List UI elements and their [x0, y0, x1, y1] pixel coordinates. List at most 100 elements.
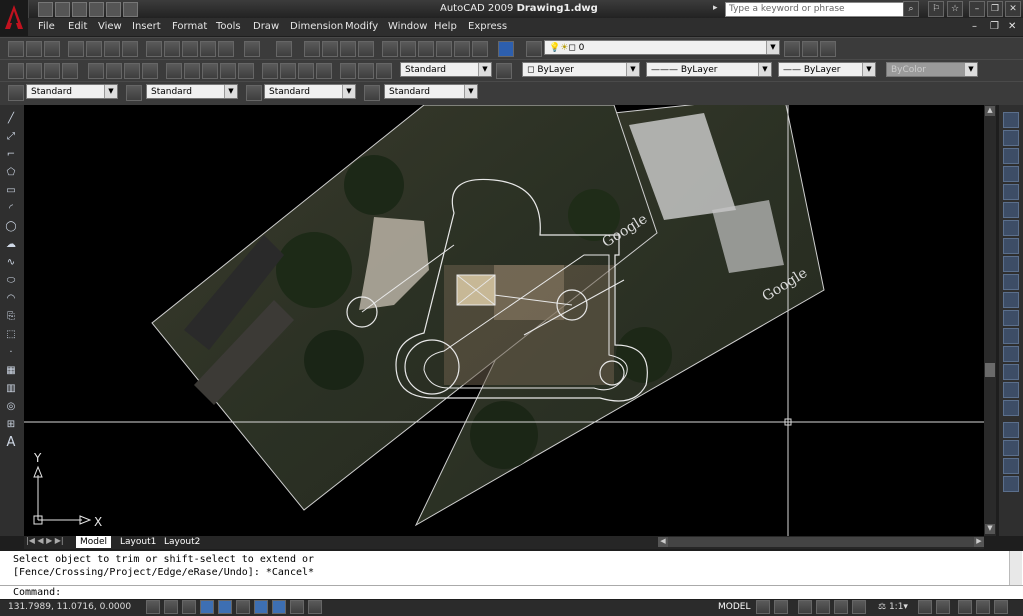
arc-length-icon[interactable] [44, 63, 60, 79]
plot-icon[interactable] [68, 41, 84, 57]
make-block-icon[interactable]: ⬚ [4, 328, 18, 342]
play-icon[interactable]: ▸ [713, 3, 718, 13]
doc-restore-icon[interactable]: ❐ [990, 21, 999, 32]
tab-model[interactable]: Model [76, 536, 112, 548]
menu-view[interactable]: View [98, 21, 122, 32]
annotation-scale[interactable]: ⚖ 1:1▾ [878, 602, 908, 612]
menu-help[interactable]: Help [434, 21, 457, 32]
pan-icon[interactable] [798, 600, 812, 614]
rotate-icon[interactable] [1003, 220, 1019, 236]
ortho-mode-icon[interactable] [182, 600, 196, 614]
undo-icon[interactable] [106, 2, 121, 17]
restore-icon[interactable]: ❐ [987, 1, 1003, 17]
qnew-icon[interactable] [8, 41, 24, 57]
doc-minimize-icon[interactable]: – [972, 21, 977, 32]
steering-wheel-icon[interactable] [834, 600, 848, 614]
auto-scale-icon[interactable] [936, 600, 950, 614]
join-icon[interactable] [1003, 346, 1019, 362]
dim-text-edit-icon[interactable] [358, 63, 374, 79]
region-icon[interactable]: ◎ [4, 400, 18, 414]
redo-icon[interactable] [276, 41, 292, 57]
command-scrollbar[interactable] [1009, 551, 1022, 585]
zoom-icon[interactable] [816, 600, 830, 614]
erase-icon[interactable] [1003, 112, 1019, 128]
menu-draw[interactable]: Draw [253, 21, 279, 32]
search-input[interactable]: Type a keyword or phrase [725, 2, 908, 17]
copy-object-icon[interactable] [1003, 130, 1019, 146]
3d-dwf-icon[interactable] [122, 41, 138, 57]
layer-states-icon[interactable] [820, 41, 836, 57]
linetype-select[interactable]: ——— ByLayer ▼ [646, 62, 772, 77]
workspace-switching-icon[interactable] [958, 600, 972, 614]
close-icon[interactable]: ✕ [1005, 1, 1021, 17]
dim-style-select[interactable]: Standard ▼ [400, 62, 492, 77]
polyline-icon[interactable]: ⌐ [4, 148, 18, 162]
quick-view-drawings-icon[interactable] [774, 600, 788, 614]
scroll-down-icon[interactable]: ▼ [985, 524, 995, 534]
text-style-icon[interactable] [8, 85, 24, 101]
center-mark-icon[interactable] [280, 63, 296, 79]
pan-icon[interactable] [304, 41, 320, 57]
hatch-icon[interactable]: ▦ [4, 364, 18, 378]
baseline-icon[interactable] [184, 63, 200, 79]
minimize-icon[interactable]: – [969, 1, 985, 17]
menu-modify[interactable]: Modify [345, 21, 378, 32]
horizontal-scrollbar[interactable]: ◀ ▶ [658, 537, 984, 547]
ellipse-icon[interactable]: ⬭ [4, 274, 18, 288]
object-snap-icon[interactable] [218, 600, 232, 614]
make-current-layer-icon[interactable] [784, 41, 800, 57]
angular-icon[interactable] [142, 63, 158, 79]
save-icon[interactable] [44, 41, 60, 57]
polar-tracking-icon[interactable] [200, 600, 214, 614]
grid-display-icon[interactable] [164, 600, 178, 614]
sheet-set-icon[interactable] [436, 41, 452, 57]
layer-select[interactable]: 💡☀◻ 0 ▼ [544, 40, 780, 55]
tab-layout1[interactable]: Layout1 [116, 536, 160, 548]
offset-icon[interactable] [1003, 166, 1019, 182]
new-file-icon[interactable] [38, 2, 53, 17]
spline-icon[interactable]: ∿ [4, 256, 18, 270]
help-icon[interactable] [498, 41, 514, 57]
open-file-icon[interactable] [55, 2, 70, 17]
menu-edit[interactable]: Edit [68, 21, 87, 32]
construction-line-icon[interactable]: ⤢ [4, 130, 18, 144]
move-icon[interactable] [1003, 202, 1019, 218]
dim-space-icon[interactable] [220, 63, 236, 79]
arc-icon[interactable]: ◜ [4, 202, 18, 216]
status-tray-settings-icon[interactable] [994, 600, 1008, 614]
undo-icon[interactable] [244, 41, 260, 57]
model-paper-toggle[interactable]: MODEL [718, 602, 750, 612]
gradient-icon[interactable]: ▥ [4, 382, 18, 396]
show-lineweight-icon[interactable] [290, 600, 304, 614]
dim-break-icon[interactable] [238, 63, 254, 79]
redo-icon[interactable] [123, 2, 138, 17]
circle-icon[interactable]: ◯ [4, 220, 18, 234]
lock-icon[interactable] [976, 600, 990, 614]
zoom-window-icon[interactable] [340, 41, 356, 57]
command-prompt[interactable]: Command: [13, 587, 61, 598]
drawing-area[interactable]: Google Google Y X [24, 105, 996, 536]
table-icon[interactable]: ⊞ [4, 418, 18, 432]
dim-style-icon[interactable] [496, 63, 512, 79]
dim-edit-icon[interactable] [340, 63, 356, 79]
scroll-left-icon[interactable]: ◀ [658, 537, 668, 547]
quick-view-layouts-icon[interactable] [756, 600, 770, 614]
save-icon[interactable] [72, 2, 87, 17]
scroll-up-icon[interactable]: ▲ [985, 106, 995, 116]
text-style-select[interactable]: Standard ▼ [26, 84, 118, 99]
extend-icon[interactable] [1003, 292, 1019, 308]
draworder-under-icon[interactable] [1003, 476, 1019, 492]
draworder-above-icon[interactable] [1003, 458, 1019, 474]
doc-close-icon[interactable]: ✕ [1008, 21, 1016, 32]
copy-icon[interactable] [164, 41, 180, 57]
ellipse-arc-icon[interactable]: ◠ [4, 292, 18, 306]
paste-icon[interactable] [182, 41, 198, 57]
line-icon[interactable]: ╱ [4, 112, 18, 126]
annotation-visibility-icon[interactable] [918, 600, 932, 614]
continue-icon[interactable] [202, 63, 218, 79]
mirror-icon[interactable] [1003, 148, 1019, 164]
tool-palettes-icon[interactable] [418, 41, 434, 57]
menu-format[interactable]: Format [172, 21, 207, 32]
dimension-style-select[interactable]: Standard ▼ [146, 84, 238, 99]
polygon-icon[interactable]: ⬠ [4, 166, 18, 180]
